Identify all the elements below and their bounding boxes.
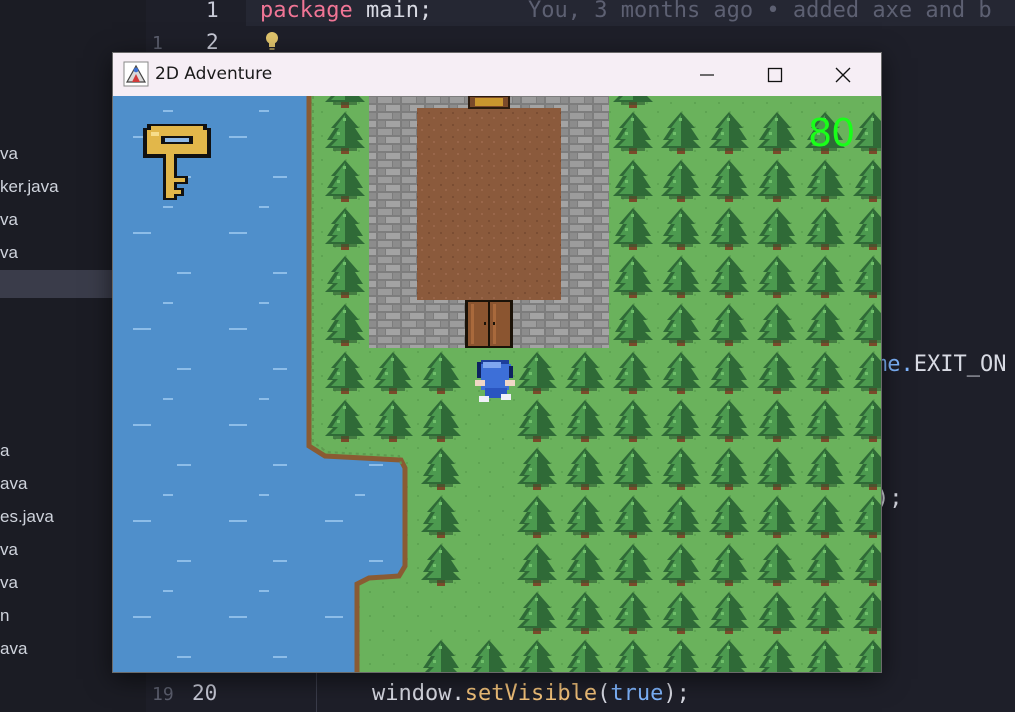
code-text: main; [352,0,433,23]
explorer-item[interactable]: ker.java [0,173,59,201]
minimize-button[interactable] [673,53,741,96]
code-text: window. [372,681,465,706]
window-title: 2D Adventure [155,64,273,84]
minimize-icon [700,73,714,76]
explorer-item[interactable]: va [0,206,18,234]
explorer-item[interactable]: va [0,140,18,168]
line-number: 1 [206,0,219,22]
explorer-item[interactable]: va [0,239,18,267]
code-text: ( [597,681,611,706]
window-titlebar[interactable]: 2D Adventure [113,53,881,96]
line-number: 1 [152,33,163,54]
building-floor [417,108,561,300]
code-member: EXIT_ON [913,352,1007,377]
code-line-exit: me.EXIT_ON [874,352,1006,377]
code-line-20: window.setVisible(true); [372,681,690,706]
explorer-item[interactable]: a [0,437,9,465]
explorer-item[interactable]: va [0,536,18,564]
code-line-1: package main; [260,0,432,23]
maximize-button[interactable] [741,53,809,96]
game-world [113,96,881,672]
line-number: 2 [206,30,219,54]
explorer-item[interactable]: va [0,569,18,597]
explorer-item[interactable]: ava [0,470,27,498]
code-function: setVisible [464,681,598,706]
keyword: package [260,0,353,23]
building-door [465,300,513,348]
maximize-icon [767,67,783,82]
explorer-item[interactable]: n [0,602,9,630]
explorer-item[interactable]: ava [0,635,27,663]
frame-counter: 80 [808,111,855,155]
game-window[interactable]: 2D Adventure 80 [112,52,882,673]
close-icon [835,67,851,82]
code-text: ); [663,681,690,706]
git-blame-annotation: You, 3 months ago • added axe and b [528,0,992,23]
top-door-frame [475,98,503,106]
explorer-item[interactable]: es.java [0,503,54,531]
game-canvas[interactable]: 80 [113,96,881,672]
line-number: 20 [192,681,218,705]
code-literal: true [610,681,664,706]
line-number: 19 [152,684,174,705]
close-button[interactable] [809,53,877,96]
java-app-icon [123,61,149,87]
